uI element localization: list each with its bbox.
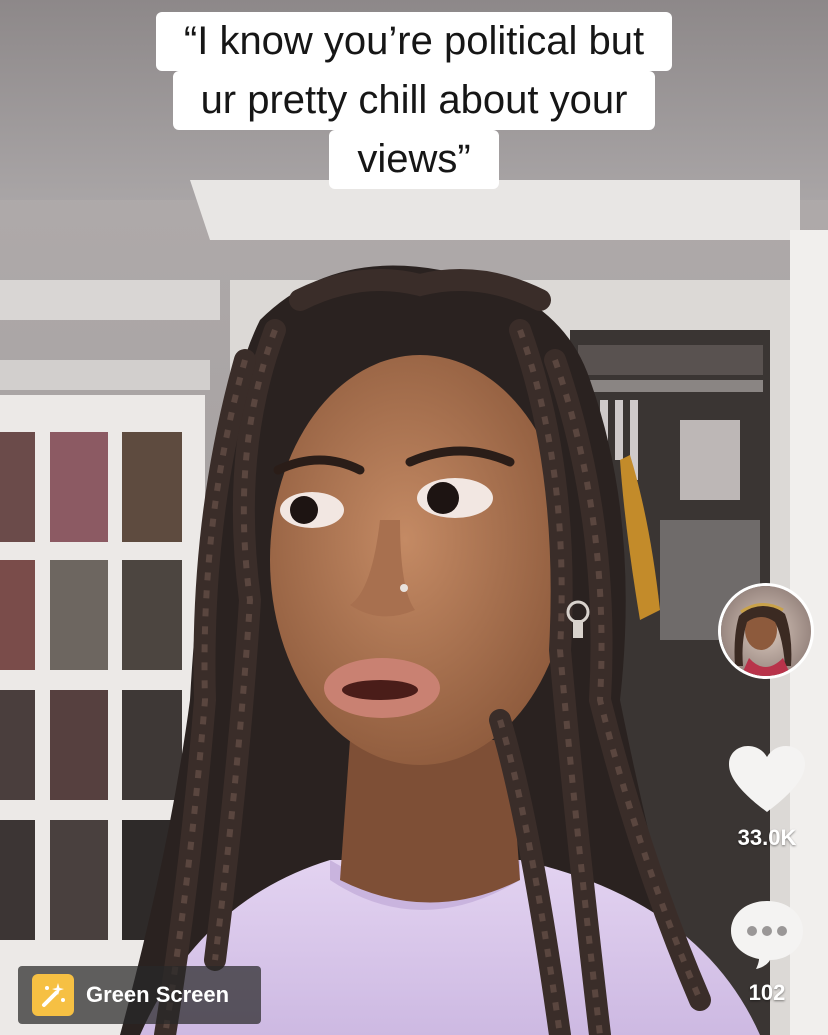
caption-line: views”	[329, 130, 499, 189]
effect-label: Green Screen	[86, 982, 230, 1007]
comment-bubble-icon	[731, 901, 803, 969]
video-screen[interactable]: “I know you’re political but ur pretty c…	[0, 0, 828, 1035]
green-screen-effect-icon	[32, 974, 74, 1016]
effect-badge[interactable]: Green Screen	[18, 966, 261, 1024]
comment-count: 102	[748, 980, 786, 1005]
video-caption: “I know you’re political but ur pretty c…	[0, 12, 828, 189]
heart-icon	[729, 746, 805, 812]
caption-line: ur pretty chill about your	[172, 71, 656, 130]
caption-line: “I know you’re political but	[155, 12, 673, 71]
creator-avatar[interactable]	[718, 583, 814, 679]
comment-button[interactable]	[728, 898, 806, 970]
like-count: 33.0K	[737, 825, 797, 850]
avatar-image	[721, 586, 811, 676]
like-button[interactable]	[727, 744, 807, 816]
